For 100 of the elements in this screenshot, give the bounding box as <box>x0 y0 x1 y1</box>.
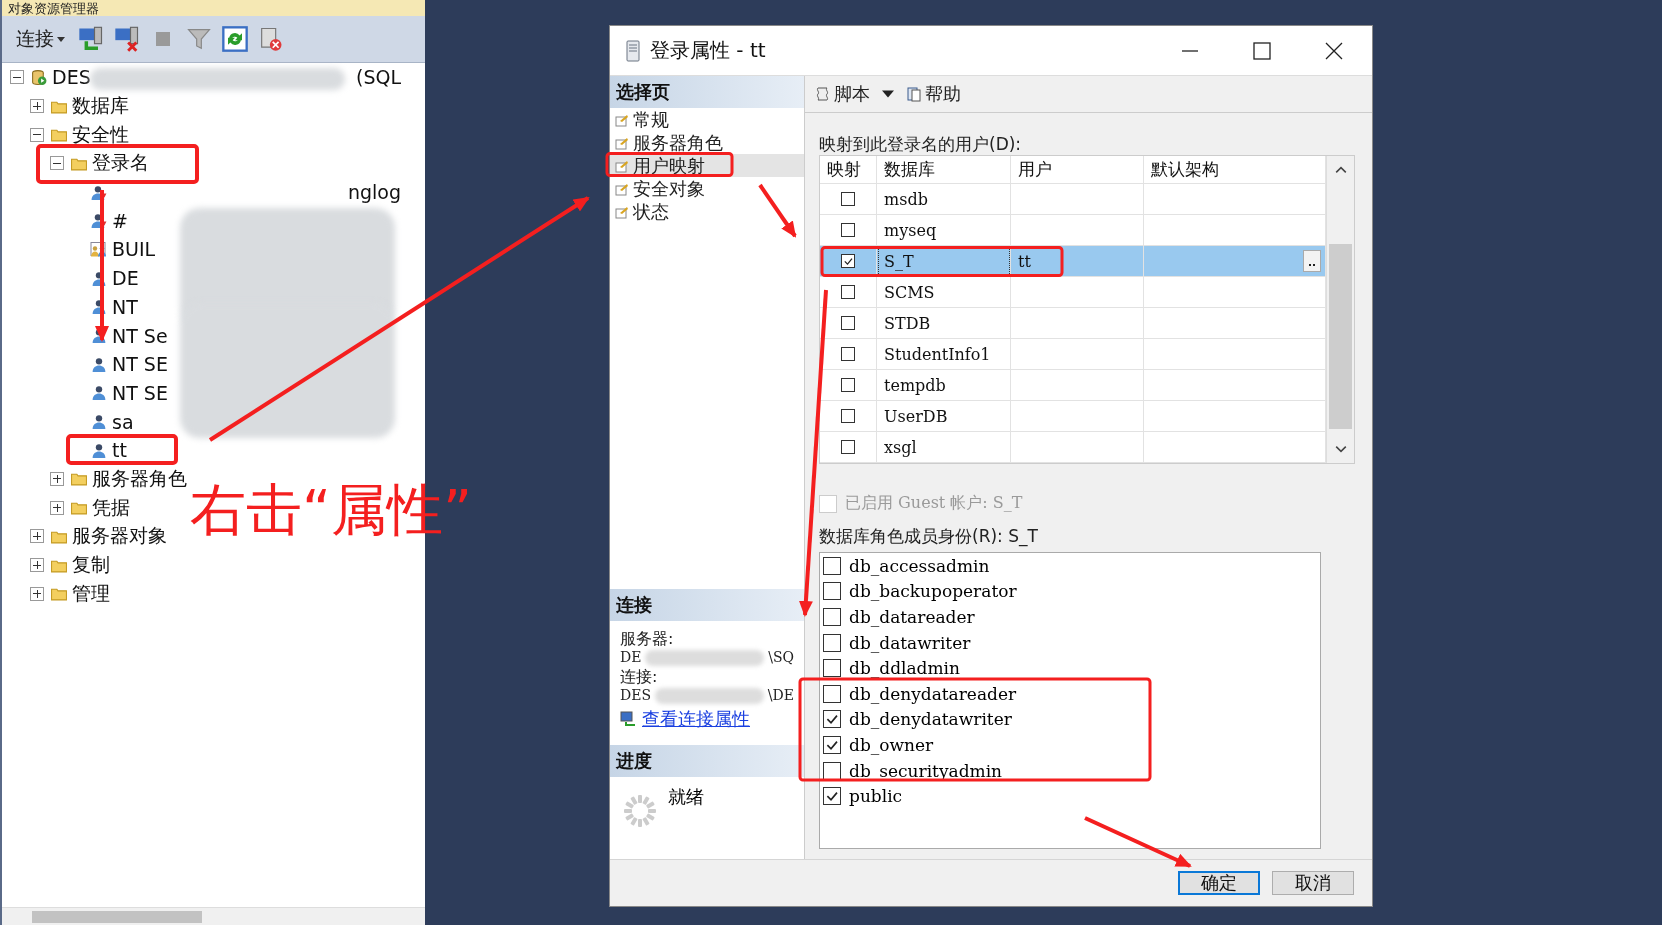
dialog-button[interactable]: 取消 <box>1272 871 1354 895</box>
horizontal-scrollbar[interactable] <box>2 907 425 925</box>
tree-item[interactable]: NT Se <box>112 324 168 347</box>
table-row[interactable]: msdb <box>820 184 1326 215</box>
tree-item[interactable]: BUIL <box>112 238 156 261</box>
scroll-down-icon[interactable] <box>1334 445 1347 453</box>
table-cell: STDB <box>884 313 931 333</box>
tree-item[interactable]: # <box>112 209 128 232</box>
collapse-toggle[interactable] <box>30 127 44 142</box>
table-cell: S_T <box>884 251 914 271</box>
tree-item[interactable]: 管理 <box>72 580 110 607</box>
tree-item[interactable]: 凭据 <box>92 494 130 521</box>
tree-item-fragment: (SQL <box>356 66 402 89</box>
checkbox[interactable] <box>823 761 841 780</box>
page-item[interactable]: 服务器角色 <box>610 131 804 154</box>
close-icon[interactable] <box>1324 40 1344 61</box>
server-label: 服务器: <box>620 629 675 648</box>
view-connection-properties-link[interactable]: 查看连接属性 <box>642 707 750 731</box>
table-cell: myseq <box>884 220 937 240</box>
checkbox[interactable] <box>823 633 841 652</box>
connect-icon[interactable] <box>77 25 105 53</box>
annotation-arrow <box>758 183 797 238</box>
checkbox[interactable] <box>841 254 855 268</box>
server-value: DE <box>620 648 642 667</box>
tree-item[interactable]: 复制 <box>72 552 110 579</box>
checkbox[interactable] <box>823 787 841 806</box>
expand-toggle[interactable] <box>50 500 64 515</box>
user-icon <box>90 327 108 345</box>
page-icon <box>615 112 629 127</box>
script-button[interactable]: 脚本 <box>813 80 872 108</box>
table-row[interactable]: tempdb <box>820 370 1326 401</box>
tree-item[interactable]: 服务器角色 <box>92 465 187 492</box>
refresh-icon[interactable] <box>221 25 249 53</box>
section-header: 进度 <box>610 745 804 777</box>
checkbox[interactable] <box>841 223 855 237</box>
checkbox[interactable] <box>841 378 855 392</box>
help-button[interactable]: 帮助 <box>904 80 963 108</box>
page-item[interactable]: 状态 <box>610 200 804 223</box>
checkbox[interactable] <box>823 608 841 626</box>
expand-toggle[interactable] <box>30 558 44 573</box>
table-row[interactable]: SCMS <box>820 277 1326 308</box>
tree-item[interactable]: DES <box>52 66 91 89</box>
role-name: db_securityadmin <box>849 760 1003 781</box>
expand-toggle[interactable] <box>30 586 44 601</box>
tree-item[interactable]: 服务器对象 <box>72 523 167 550</box>
tree-item[interactable]: 安全性 <box>72 121 129 148</box>
maximize-icon[interactable] <box>1252 40 1272 61</box>
disconnect-icon[interactable] <box>113 25 141 53</box>
column-header[interactable]: 用户 <box>1011 156 1144 184</box>
connection-value: \DE <box>767 686 794 705</box>
table-row[interactable]: StudentInfo1 <box>820 339 1326 370</box>
caret-icon[interactable] <box>57 36 65 42</box>
user-icon <box>90 384 108 402</box>
table-row[interactable]: xsgl <box>820 432 1326 463</box>
vertical-scrollbar[interactable] <box>1326 156 1354 463</box>
user-icon <box>90 413 108 431</box>
page-item[interactable]: 安全对象 <box>610 177 804 200</box>
computer-icon <box>620 711 636 727</box>
checkbox[interactable] <box>841 285 855 299</box>
checkbox[interactable] <box>823 684 841 703</box>
table-row[interactable]: STDB <box>820 308 1326 339</box>
tree-item[interactable]: 登录名 <box>92 150 149 177</box>
tree-item[interactable]: NT <box>112 295 138 318</box>
checkbox[interactable] <box>841 409 855 423</box>
expand-toggle[interactable] <box>50 471 64 486</box>
table-cell: StudentInfo1 <box>884 344 991 364</box>
tree-item[interactable]: NT SE <box>112 353 168 376</box>
page-item[interactable]: 常规 <box>610 108 804 131</box>
connect-dropdown[interactable]: 连接 <box>12 24 69 54</box>
checkbox[interactable] <box>823 556 841 575</box>
checkbox[interactable] <box>841 192 855 206</box>
checkbox[interactable] <box>823 582 841 601</box>
expand-toggle[interactable] <box>30 99 44 114</box>
tree-item[interactable]: 数据库 <box>72 93 129 120</box>
checkbox[interactable] <box>823 735 841 754</box>
expand-toggle[interactable] <box>30 529 44 544</box>
caret-icon[interactable] <box>882 90 894 98</box>
collapse-toggle[interactable] <box>50 156 64 171</box>
checkbox[interactable] <box>841 440 855 454</box>
checkbox[interactable] <box>823 710 841 729</box>
checkbox[interactable] <box>841 316 855 330</box>
server-value: \SQ <box>768 648 794 667</box>
collapse-toggle[interactable] <box>10 70 24 85</box>
section-header: 选择页 <box>610 76 804 108</box>
tree-item[interactable]: sa <box>112 410 134 433</box>
role-name: db_backupoperator <box>849 581 1017 602</box>
dialog-button[interactable]: 确定 <box>1178 871 1260 895</box>
page-icon <box>615 204 629 219</box>
table-row[interactable]: UserDB <box>820 401 1326 432</box>
column-header[interactable]: 映射 <box>820 156 877 184</box>
scroll-up-icon[interactable] <box>1334 166 1347 174</box>
tree-item[interactable]: tt <box>112 439 127 462</box>
checkbox[interactable] <box>841 347 855 361</box>
help-icon <box>906 86 922 102</box>
role-name: public <box>849 786 903 807</box>
tree-item[interactable]: NT SE <box>112 381 168 404</box>
tree-item[interactable]: DE <box>112 267 139 290</box>
column-header[interactable]: 数据库 <box>877 156 1011 184</box>
disabled-user-icon <box>90 183 108 201</box>
checkbox[interactable] <box>823 659 841 678</box>
